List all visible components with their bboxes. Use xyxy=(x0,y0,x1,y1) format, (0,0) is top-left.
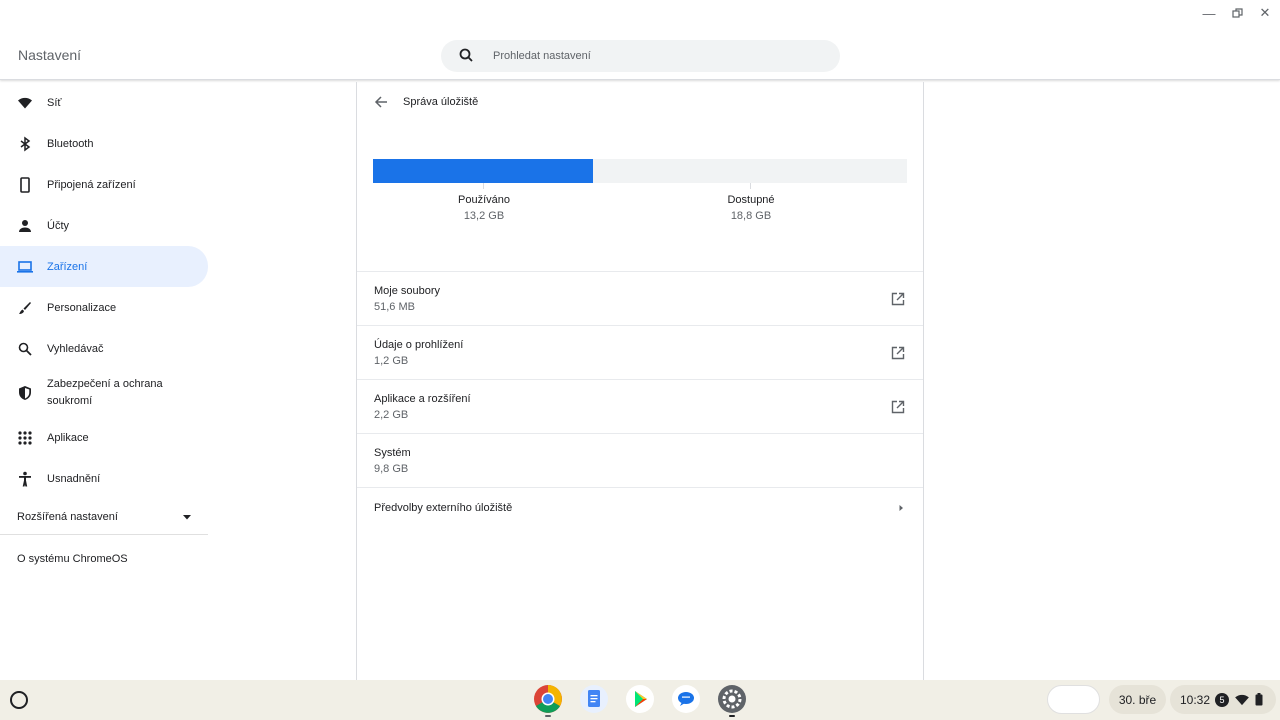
storage-used-fill xyxy=(373,159,594,183)
shield-icon xyxy=(17,385,33,401)
window-controls: — ✕ xyxy=(1200,4,1274,22)
apps-grid-icon xyxy=(17,430,33,446)
sidebar-item-label: Usnadnění xyxy=(47,472,101,485)
external-link-icon[interactable] xyxy=(890,399,906,415)
launcher-button[interactable] xyxy=(10,691,28,709)
running-indicator xyxy=(545,715,551,717)
storage-usage-bar xyxy=(373,159,907,183)
row-value: 9,8 GB xyxy=(374,462,409,475)
caret-down-icon xyxy=(183,514,191,519)
restore-icon[interactable] xyxy=(1228,4,1246,22)
docs-app-icon[interactable] xyxy=(579,684,609,714)
sidebar-item-search-engine[interactable]: Vyhledávač xyxy=(0,328,208,369)
sidebar-item-label: Vyhledávač xyxy=(47,342,104,355)
sidebar-item-network[interactable]: Síť xyxy=(0,82,208,123)
row-label: Aplikace a rozšíření xyxy=(374,392,471,405)
sidebar-item-accessibility[interactable]: Usnadnění xyxy=(0,458,208,499)
search-box[interactable] xyxy=(441,40,840,72)
play-store-app-icon[interactable] xyxy=(625,684,655,714)
used-value: 13,2 GB xyxy=(463,210,505,222)
sidebar-item-bluetooth[interactable]: Bluetooth xyxy=(0,123,208,164)
available-tick xyxy=(750,183,751,189)
sidebar-item-accounts[interactable]: Účty xyxy=(0,205,208,246)
search-icon xyxy=(459,48,473,62)
list-item-system: Systém 9,8 GB xyxy=(357,433,923,487)
notification-count-badge: 5 xyxy=(1215,692,1230,707)
list-item-external-storage[interactable]: Předvolby externího úložiště xyxy=(357,487,923,527)
sidebar: Síť Bluetooth Připojená zařízení Účty Za… xyxy=(0,82,208,583)
list-item-my-files[interactable]: Moje soubory 51,6 MB xyxy=(357,271,923,325)
header-bar: — ✕ Nastavení xyxy=(0,0,1280,80)
row-value: 51,6 MB xyxy=(374,300,415,313)
app-title: Nastavení xyxy=(18,47,82,63)
list-item-browsing-data[interactable]: Údaje o prohlížení 1,2 GB xyxy=(357,325,923,379)
holding-space-tray[interactable] xyxy=(1047,685,1100,714)
sidebar-item-label: Bluetooth xyxy=(47,137,94,150)
caret-right-icon xyxy=(899,504,903,511)
external-link-icon[interactable] xyxy=(890,291,906,307)
about-chromeos-link[interactable]: O systému ChromeOS xyxy=(0,535,208,583)
sidebar-item-label: Síť xyxy=(47,96,62,109)
battery-icon xyxy=(1255,693,1263,706)
sidebar-item-label: Zabezpečení a ochrana soukromí xyxy=(47,378,163,407)
date-text: 30. bře xyxy=(1118,692,1157,707)
external-link-icon[interactable] xyxy=(890,345,906,361)
about-label: O systému ChromeOS xyxy=(17,553,128,565)
row-label: Údaje o prohlížení xyxy=(374,338,464,351)
back-arrow-icon[interactable] xyxy=(373,94,389,110)
row-label: Moje soubory xyxy=(374,284,441,297)
date-tray[interactable]: 30. bře xyxy=(1109,685,1166,714)
sidebar-item-label: Zařízení xyxy=(47,260,88,273)
sidebar-item-label: Účty xyxy=(47,219,69,232)
running-indicator xyxy=(729,715,735,717)
search-input[interactable] xyxy=(493,50,793,62)
settings-app-icon[interactable] xyxy=(717,684,747,717)
advanced-settings-label: Rozšířená nastavení xyxy=(17,510,118,523)
available-value: 18,8 GB xyxy=(730,210,772,222)
status-tray[interactable]: 10:32 5 xyxy=(1170,685,1276,714)
shelf: 30. bře 10:32 5 xyxy=(0,680,1280,720)
available-block: Dostupné 18,8 GB xyxy=(671,194,831,222)
sidebar-item-label: Personalizace xyxy=(47,301,117,314)
list-item-apps-extensions[interactable]: Aplikace a rozšíření 2,2 GB xyxy=(357,379,923,433)
person-icon xyxy=(17,218,33,234)
sidebar-item-security-privacy[interactable]: Zabezpečení a ochrana soukromí xyxy=(0,369,208,417)
phone-icon xyxy=(17,176,33,193)
page-header: Správa úložiště xyxy=(357,82,923,122)
advanced-settings-toggle[interactable]: Rozšířená nastavení xyxy=(0,499,208,535)
bluetooth-icon xyxy=(17,136,33,152)
sidebar-item-label: Aplikace xyxy=(47,431,89,444)
sidebar-item-personalization[interactable]: Personalizace xyxy=(0,287,208,328)
storage-panel: Správa úložiště Používáno 13,2 GB Dostup… xyxy=(356,82,924,680)
row-value: 1,2 GB xyxy=(374,354,409,367)
sidebar-item-connected-devices[interactable]: Připojená zařízení xyxy=(0,164,208,205)
wifi-icon xyxy=(1235,694,1249,705)
sidebar-item-apps[interactable]: Aplikace xyxy=(0,417,208,458)
used-block: Používáno 13,2 GB xyxy=(404,194,564,222)
page-title: Správa úložiště xyxy=(403,96,479,108)
minimize-icon[interactable]: — xyxy=(1200,4,1218,22)
settings-window: — ✕ Nastavení Síť Bluetooth Připojená za… xyxy=(0,0,1280,680)
used-tick xyxy=(483,183,484,189)
row-label: Předvolby externího úložiště xyxy=(374,501,513,514)
laptop-icon xyxy=(17,259,33,275)
search-icon xyxy=(17,341,33,357)
sidebar-item-label: Připojená zařízení xyxy=(47,178,136,191)
messages-app-icon[interactable] xyxy=(671,684,701,714)
storage-list: Moje soubory 51,6 MB Údaje o prohlížení … xyxy=(357,271,923,527)
available-label: Dostupné xyxy=(727,194,775,206)
sidebar-item-device[interactable]: Zařízení xyxy=(0,246,208,287)
chrome-app-icon[interactable] xyxy=(533,684,563,717)
accessibility-icon xyxy=(17,471,33,487)
pinned-apps xyxy=(533,684,747,717)
wifi-icon xyxy=(17,95,33,111)
close-icon[interactable]: ✕ xyxy=(1256,4,1274,22)
brush-icon xyxy=(17,300,33,316)
time-text: 10:32 xyxy=(1180,692,1211,707)
used-label: Používáno xyxy=(458,194,510,206)
row-value: 2,2 GB xyxy=(374,408,409,421)
row-label: Systém xyxy=(374,446,411,459)
